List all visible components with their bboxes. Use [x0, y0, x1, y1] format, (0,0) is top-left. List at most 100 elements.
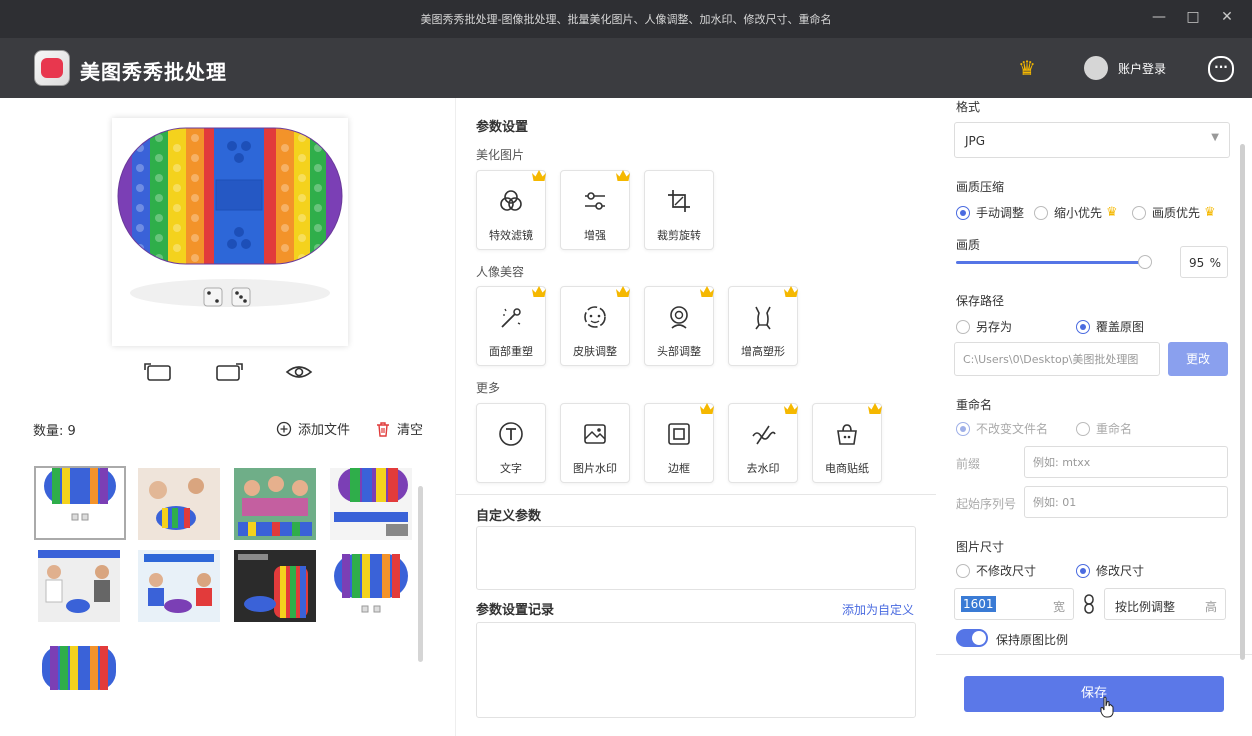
thumbnail-2[interactable]	[138, 468, 220, 540]
rename-radio[interactable]: 重命名	[1076, 420, 1132, 437]
tool-image-watermark[interactable]: 图片水印	[560, 403, 630, 483]
magic-wand-icon	[501, 308, 521, 328]
tool-head-adjust[interactable]: 头部调整	[644, 286, 714, 366]
more-menu-icon[interactable]: ···	[1208, 56, 1234, 82]
quality-input[interactable]: 95 %	[1180, 246, 1228, 278]
app-logo	[34, 50, 70, 86]
custom-params-area[interactable]	[476, 526, 916, 590]
quality-value: 95	[1189, 256, 1205, 270]
group-beautify-label: 美化图片	[476, 148, 525, 162]
image-count: 数量: 9	[33, 424, 76, 439]
width-value: 1601	[961, 596, 996, 612]
radio-label: 重命名	[1096, 422, 1133, 436]
quality-slider-handle[interactable]	[1138, 255, 1153, 269]
chevron-down-icon: ▼	[1211, 132, 1219, 143]
thumbnail-9[interactable]	[38, 642, 120, 696]
thumbnail-5[interactable]	[38, 550, 120, 622]
trash-icon	[377, 421, 389, 437]
section-divider	[456, 494, 936, 495]
keep-ratio-label: 保持原图比例	[996, 633, 1069, 647]
height-value: 按比例调整	[1115, 600, 1176, 614]
thumbnail-scrollbar[interactable]	[418, 486, 423, 662]
history-area[interactable]	[476, 622, 916, 718]
tool-effect-filter[interactable]: 特效滤镜	[476, 170, 546, 250]
maximize-button[interactable]: □	[1178, 6, 1208, 30]
quality-slider-track[interactable]	[956, 261, 1145, 264]
remove-watermark-icon	[752, 425, 776, 445]
compress-manual-radio[interactable]: 手动调整	[956, 204, 1024, 221]
format-select[interactable]: JPG ▼	[954, 122, 1230, 158]
prefix-input[interactable]: 例如: mtxx	[1024, 446, 1228, 478]
avatar[interactable]	[1084, 56, 1108, 80]
compress-size-radio[interactable]: 缩小优先 ♛	[1034, 204, 1118, 221]
tool-label: 电商贴纸	[825, 462, 869, 475]
add-custom-link[interactable]: 添加为自定义	[842, 601, 914, 618]
sliders-icon	[585, 192, 605, 210]
prefix-label: 前缀	[956, 457, 981, 471]
compress-quality-radio[interactable]: 画质优先 ♛	[1132, 204, 1216, 221]
thumbnail-3[interactable]	[234, 468, 316, 540]
change-path-button[interactable]: 更改	[1168, 342, 1228, 376]
thumbnail-1[interactable]	[34, 466, 126, 540]
resize-radio[interactable]: 修改尺寸	[1076, 562, 1144, 579]
size-label: 图片尺寸	[956, 540, 1005, 554]
add-file-button[interactable]: 添加文件	[276, 419, 350, 438]
keep-filename-radio[interactable]: 不改变文件名	[956, 420, 1048, 437]
vip-crown-icon[interactable]: ♛	[1018, 56, 1036, 80]
rotate-left-icon[interactable]	[142, 360, 172, 384]
tool-text[interactable]: 文字	[476, 403, 546, 483]
tool-label: 面部重塑	[489, 345, 533, 358]
minimize-button[interactable]: —	[1144, 6, 1174, 30]
height-input[interactable]: 按比例调整 高	[1104, 588, 1226, 620]
tool-label: 特效滤镜	[489, 229, 533, 242]
save-path-label: 保存路径	[956, 294, 1005, 308]
rotate-right-icon[interactable]	[215, 360, 245, 384]
tool-border[interactable]: 边框	[644, 403, 714, 483]
vip-crown-icon	[784, 286, 798, 297]
keep-size-radio[interactable]: 不修改尺寸	[956, 562, 1036, 579]
vip-crown-icon	[616, 170, 630, 181]
tool-face-reshape[interactable]: 面部重塑	[476, 286, 546, 366]
radio-label: 不修改尺寸	[976, 564, 1037, 578]
tool-label: 裁剪旋转	[657, 229, 701, 242]
custom-params-title: 自定义参数	[476, 509, 542, 524]
tool-label: 去水印	[746, 462, 780, 475]
login-link[interactable]: 账户登录	[1118, 60, 1166, 77]
body-shape-icon	[755, 306, 771, 330]
width-input[interactable]: 1601 宽	[954, 588, 1074, 620]
radio-label: 缩小优先	[1054, 206, 1103, 220]
thumbnail-6[interactable]	[138, 550, 220, 622]
save-path-input[interactable]: C:\Users\0\Desktop\美图批处理图	[954, 342, 1160, 376]
vip-crown-icon	[784, 403, 798, 414]
tool-remove-watermark[interactable]: 去水印	[728, 403, 798, 483]
vip-crown-icon	[700, 286, 714, 297]
settings-scrollbar[interactable]	[1240, 144, 1245, 660]
start-number-input[interactable]: 例如: 01	[1024, 486, 1228, 518]
text-circle-icon	[499, 422, 523, 446]
chain-link-icon[interactable]	[1082, 594, 1096, 614]
height-unit: 高	[1204, 600, 1217, 614]
thumbnail-7[interactable]	[234, 550, 316, 622]
preview-eye-icon[interactable]	[284, 360, 314, 384]
save-as-radio[interactable]: 另存为	[956, 318, 1012, 335]
tool-enhance[interactable]: 增强	[560, 170, 630, 250]
clear-button[interactable]: 清空	[375, 419, 423, 438]
vip-crown-icon	[868, 403, 882, 414]
keep-ratio-toggle[interactable]	[956, 629, 988, 647]
shopping-bag-icon	[837, 424, 857, 445]
close-button[interactable]: ✕	[1212, 6, 1242, 30]
radio-label: 覆盖原图	[1096, 320, 1145, 334]
tool-body-shape[interactable]: 增高塑形	[728, 286, 798, 366]
cursor-hand-icon	[1100, 696, 1114, 718]
params-title: 参数设置	[476, 120, 529, 135]
tool-crop-rotate[interactable]: 裁剪旋转	[644, 170, 714, 250]
tool-ecommerce-sticker[interactable]: 电商贴纸	[812, 403, 882, 483]
rename-label: 重命名	[956, 398, 993, 412]
overwrite-radio[interactable]: 覆盖原图	[1076, 318, 1144, 335]
thumbnail-4[interactable]	[330, 468, 412, 540]
tool-skin-adjust[interactable]: 皮肤调整	[560, 286, 630, 366]
radio-label: 另存为	[976, 320, 1013, 334]
save-button[interactable]: 保存	[964, 676, 1224, 712]
vip-crown-icon	[532, 170, 546, 181]
thumbnail-8[interactable]	[330, 550, 412, 622]
